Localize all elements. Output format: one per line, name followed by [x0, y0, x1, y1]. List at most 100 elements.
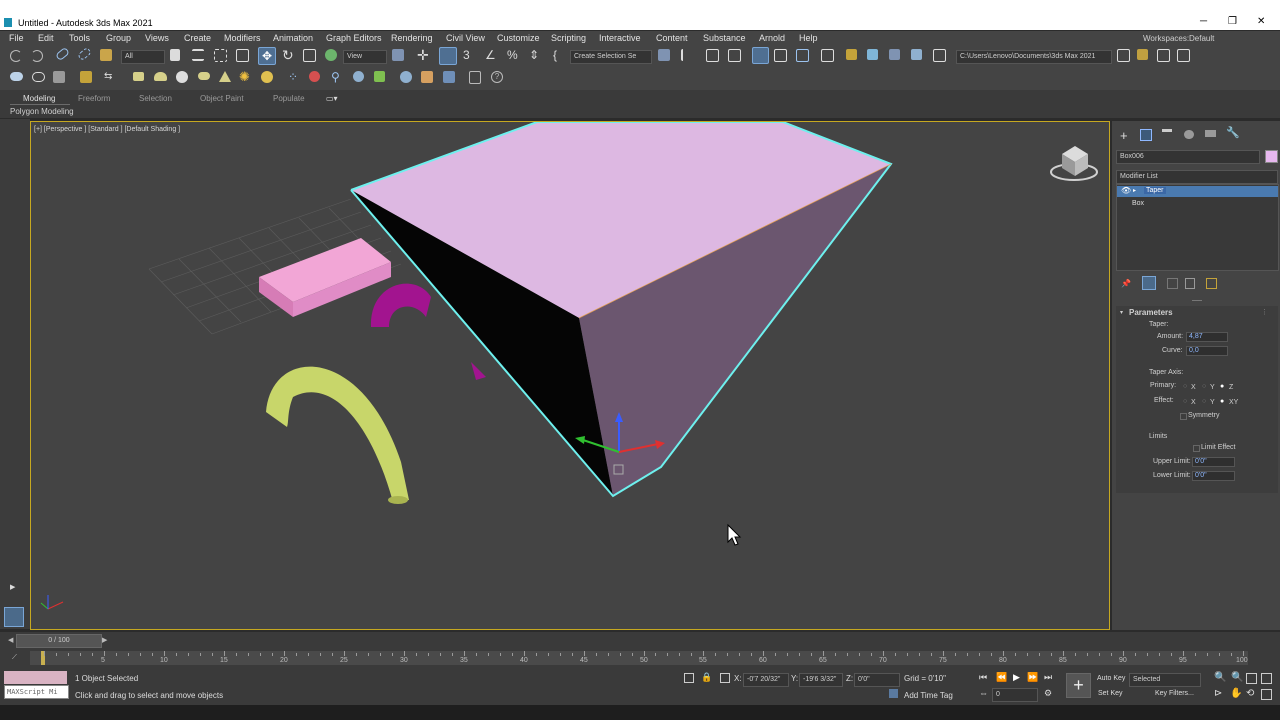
menu-create[interactable]: Create [184, 33, 211, 43]
menu-help[interactable]: Help [799, 33, 818, 43]
rollout-collapse-icon[interactable]: ▾ [1120, 309, 1123, 316]
zoom-all-icon[interactable]: 🔍 [1231, 672, 1243, 683]
selection-filter-dropdown[interactable]: All [121, 50, 165, 64]
menu-file[interactable]: File [9, 33, 24, 43]
y-coordinate-field[interactable]: -19'6 3/32" [799, 673, 843, 687]
close-icon[interactable]: ✕ [1257, 16, 1265, 27]
biped-icon[interactable] [353, 71, 364, 82]
stack-item-box[interactable]: Box [1132, 200, 1144, 207]
light-icon[interactable]: ✺ [239, 70, 252, 83]
snaps-toggle-icon[interactable]: 3 [463, 48, 476, 62]
edit-named-selection-icon[interactable]: { [553, 48, 566, 62]
document-icon[interactable] [469, 71, 481, 84]
angle-snap-icon[interactable]: ∠ [485, 48, 498, 62]
cone-icon[interactable] [219, 71, 231, 82]
paint-icon[interactable] [80, 71, 92, 83]
panel-divider-handle[interactable] [1192, 300, 1202, 301]
brush-tool-icon[interactable]: ⇆ [104, 72, 117, 85]
perspective-viewport[interactable]: [+] [Perspective ] [Standard ] [Default … [30, 121, 1110, 630]
pin-stack-icon[interactable]: 📌 [1121, 279, 1131, 288]
parameters-header[interactable]: Parameters [1129, 308, 1173, 317]
reference-coordinate-dropdown[interactable]: View [343, 50, 387, 64]
menu-animation[interactable]: Animation [273, 33, 313, 43]
symmetry-checkbox[interactable] [1180, 413, 1187, 420]
zoom-extents-all-icon[interactable] [1261, 673, 1272, 684]
render-setup-icon[interactable] [846, 49, 857, 60]
motion-tab-icon[interactable] [1184, 130, 1194, 139]
bone-icon[interactable]: ⚲ [331, 71, 344, 84]
ribbon-tab-freeform[interactable]: Freeform [78, 94, 110, 103]
previous-frame-icon[interactable]: ⏪ [996, 672, 1007, 683]
maxscript-listener-top[interactable] [4, 671, 67, 684]
key-selection-dropdown[interactable]: Selected [1129, 673, 1201, 687]
percent-snap-icon[interactable]: % [507, 48, 520, 62]
menu-customize[interactable]: Customize [497, 33, 540, 43]
menu-edit[interactable]: Edit [38, 33, 54, 43]
primary-y-radio[interactable]: ○ [1202, 383, 1206, 390]
key-filters-button[interactable]: Key Filters... [1155, 690, 1194, 697]
lower-limit-spinner[interactable]: 0'0" [1192, 471, 1235, 481]
mirror-icon[interactable] [658, 49, 670, 61]
sphere-icon[interactable] [176, 71, 188, 83]
select-object-icon[interactable] [170, 49, 180, 61]
ribbon-panel-polygon-modeling[interactable]: Polygon Modeling [10, 107, 74, 116]
zoom-icon[interactable]: 🔍 [1214, 672, 1226, 683]
ribbon-options-icon[interactable]: ▭▾ [326, 94, 338, 103]
limit-effect-checkbox[interactable] [1193, 445, 1200, 452]
maximize-icon[interactable]: ❐ [1228, 16, 1237, 27]
next-frame-icon[interactable]: ⏩ [1027, 672, 1038, 683]
menu-content[interactable]: Content [656, 33, 688, 43]
isolate-selection-icon[interactable] [684, 673, 694, 683]
stack-item-taper[interactable]: 👁 ▸ Taper [1117, 186, 1278, 197]
set-key-mode-button[interactable]: Set Key [1098, 690, 1123, 697]
time-slider-next-icon[interactable]: ▶ [102, 636, 107, 644]
ribbon-tab-modeling[interactable]: Modeling [23, 94, 55, 103]
object-name-field[interactable]: Box006 [1116, 150, 1260, 164]
select-and-scale-icon[interactable] [303, 49, 316, 62]
time-configuration-icon[interactable]: ⚙ [1044, 688, 1052, 699]
selection-lock-icon[interactable]: 🔒 [701, 672, 712, 683]
open-project-icon[interactable] [1137, 49, 1148, 60]
menu-tools[interactable]: Tools [69, 33, 90, 43]
expand-layout-icon[interactable]: ▶ [10, 583, 15, 591]
cylinder-icon[interactable] [154, 72, 167, 81]
help-icon[interactable]: ? [491, 71, 503, 83]
hierarchy-tab-icon[interactable] [1162, 129, 1172, 142]
a360-gallery-icon[interactable] [933, 49, 946, 62]
bind-space-warp-icon[interactable] [100, 49, 112, 61]
field-of-view-icon[interactable]: ⊳ [1214, 688, 1222, 699]
configure-modifier-sets-icon[interactable] [1206, 278, 1217, 289]
material-palette-icon[interactable] [421, 71, 433, 83]
environment-icon[interactable] [400, 71, 412, 83]
time-slider[interactable]: 0 / 100 [16, 634, 102, 648]
ribbon-tab-populate[interactable]: Populate [273, 94, 305, 103]
mini-curve-editor-icon[interactable]: ⟋ [12, 654, 17, 662]
scene-explorer-icon[interactable] [706, 49, 719, 62]
project-path-field[interactable]: C:\Users\Lenovo\Documents\3ds Max 2021 [956, 50, 1112, 64]
torus-icon[interactable] [198, 72, 210, 80]
render-preview-icon[interactable] [443, 71, 455, 83]
select-manipulate-icon[interactable]: ✛ [417, 48, 430, 62]
time-tag-icon[interactable] [889, 689, 898, 698]
amount-spinner[interactable]: 4,87 [1186, 332, 1228, 342]
sun-icon[interactable] [261, 71, 273, 83]
go-to-start-icon[interactable]: ⏮ [979, 672, 987, 683]
menu-group[interactable]: Group [106, 33, 131, 43]
particle-icon[interactable]: ⁘ [288, 71, 301, 84]
schematic-view-icon[interactable] [796, 49, 809, 62]
menu-modifiers[interactable]: Modifiers [224, 33, 261, 43]
select-and-place-icon[interactable] [325, 49, 337, 61]
ribbon-tab-object-paint[interactable]: Object Paint [200, 94, 244, 103]
pan-view-icon[interactable]: ✋ [1230, 688, 1242, 699]
render-production-icon[interactable] [889, 49, 900, 60]
modifier-list-dropdown[interactable]: Modifier List [1116, 170, 1278, 184]
project-folder-icon[interactable] [1117, 49, 1130, 62]
project-save-icon[interactable] [1177, 49, 1190, 62]
show-end-result-icon[interactable] [1142, 276, 1156, 290]
key-mode-toggle-icon[interactable]: ⇔ [979, 688, 988, 698]
x-coordinate-field[interactable]: -0'7 20/32" [743, 673, 789, 687]
orbit-icon[interactable]: ⟲ [1246, 688, 1254, 699]
select-and-move-icon[interactable]: ✥ [258, 47, 276, 65]
material-editor-icon[interactable] [821, 49, 834, 62]
display-tab-icon[interactable] [1205, 130, 1216, 137]
